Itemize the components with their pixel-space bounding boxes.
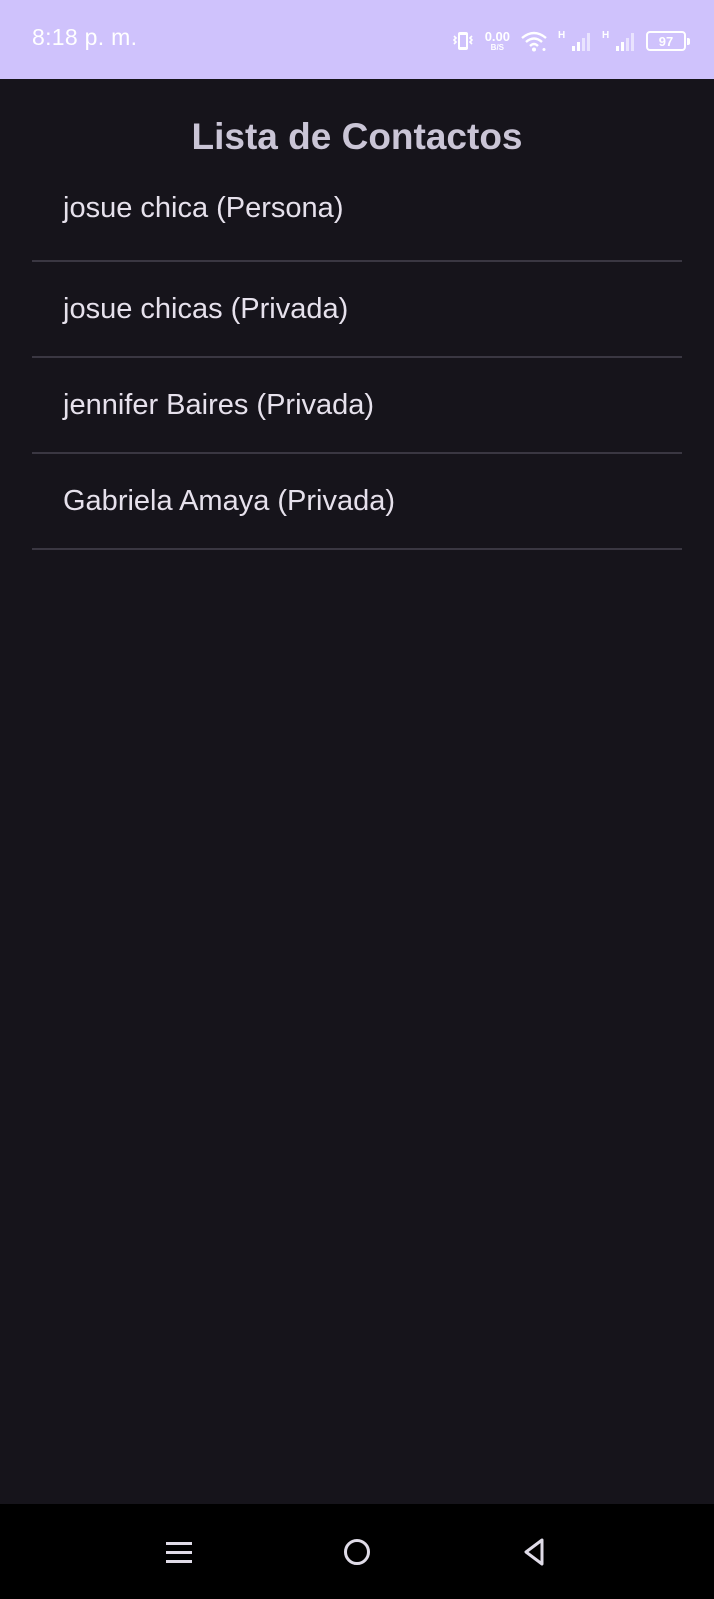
home-button[interactable] [335, 1532, 379, 1576]
list-item[interactable]: josue chica (Persona) [32, 165, 682, 262]
net-speed-unit: B/S [490, 43, 505, 52]
navigation-bar [0, 1504, 714, 1599]
net-speed-value: 0.00 [484, 29, 510, 44]
list-item[interactable]: josue chicas (Privada) [32, 262, 682, 358]
back-icon [519, 1537, 549, 1572]
status-icons: 0.00 B/S H H 97 [451, 24, 690, 58]
back-button[interactable] [512, 1532, 556, 1576]
list-item[interactable]: Gabriela Amaya (Privada) [32, 454, 682, 550]
network-type-label: H [558, 30, 565, 41]
net-speed-indicator: 0.00 B/S [485, 30, 510, 52]
recent-apps-button[interactable] [157, 1532, 201, 1576]
signal-icon: H [602, 29, 636, 53]
menu-icon [164, 1537, 194, 1572]
status-bar: 8:18 p. m. 0.00 B/S H H 97 [0, 0, 714, 79]
page-title: Lista de Contactos [191, 116, 523, 157]
signal-icon: H [558, 29, 592, 53]
battery-level: 97 [658, 33, 674, 49]
list-item[interactable]: jennifer Baires (Privada) [32, 358, 682, 454]
wifi-icon [520, 30, 548, 52]
home-icon [342, 1537, 372, 1572]
vibrate-icon [451, 30, 475, 52]
battery-icon: 97 [646, 31, 690, 51]
status-time: 8:18 p. m. [32, 24, 138, 50]
network-type-label: H [602, 30, 609, 41]
contact-list: josue chica (Persona) josue chicas (Priv… [32, 165, 682, 550]
